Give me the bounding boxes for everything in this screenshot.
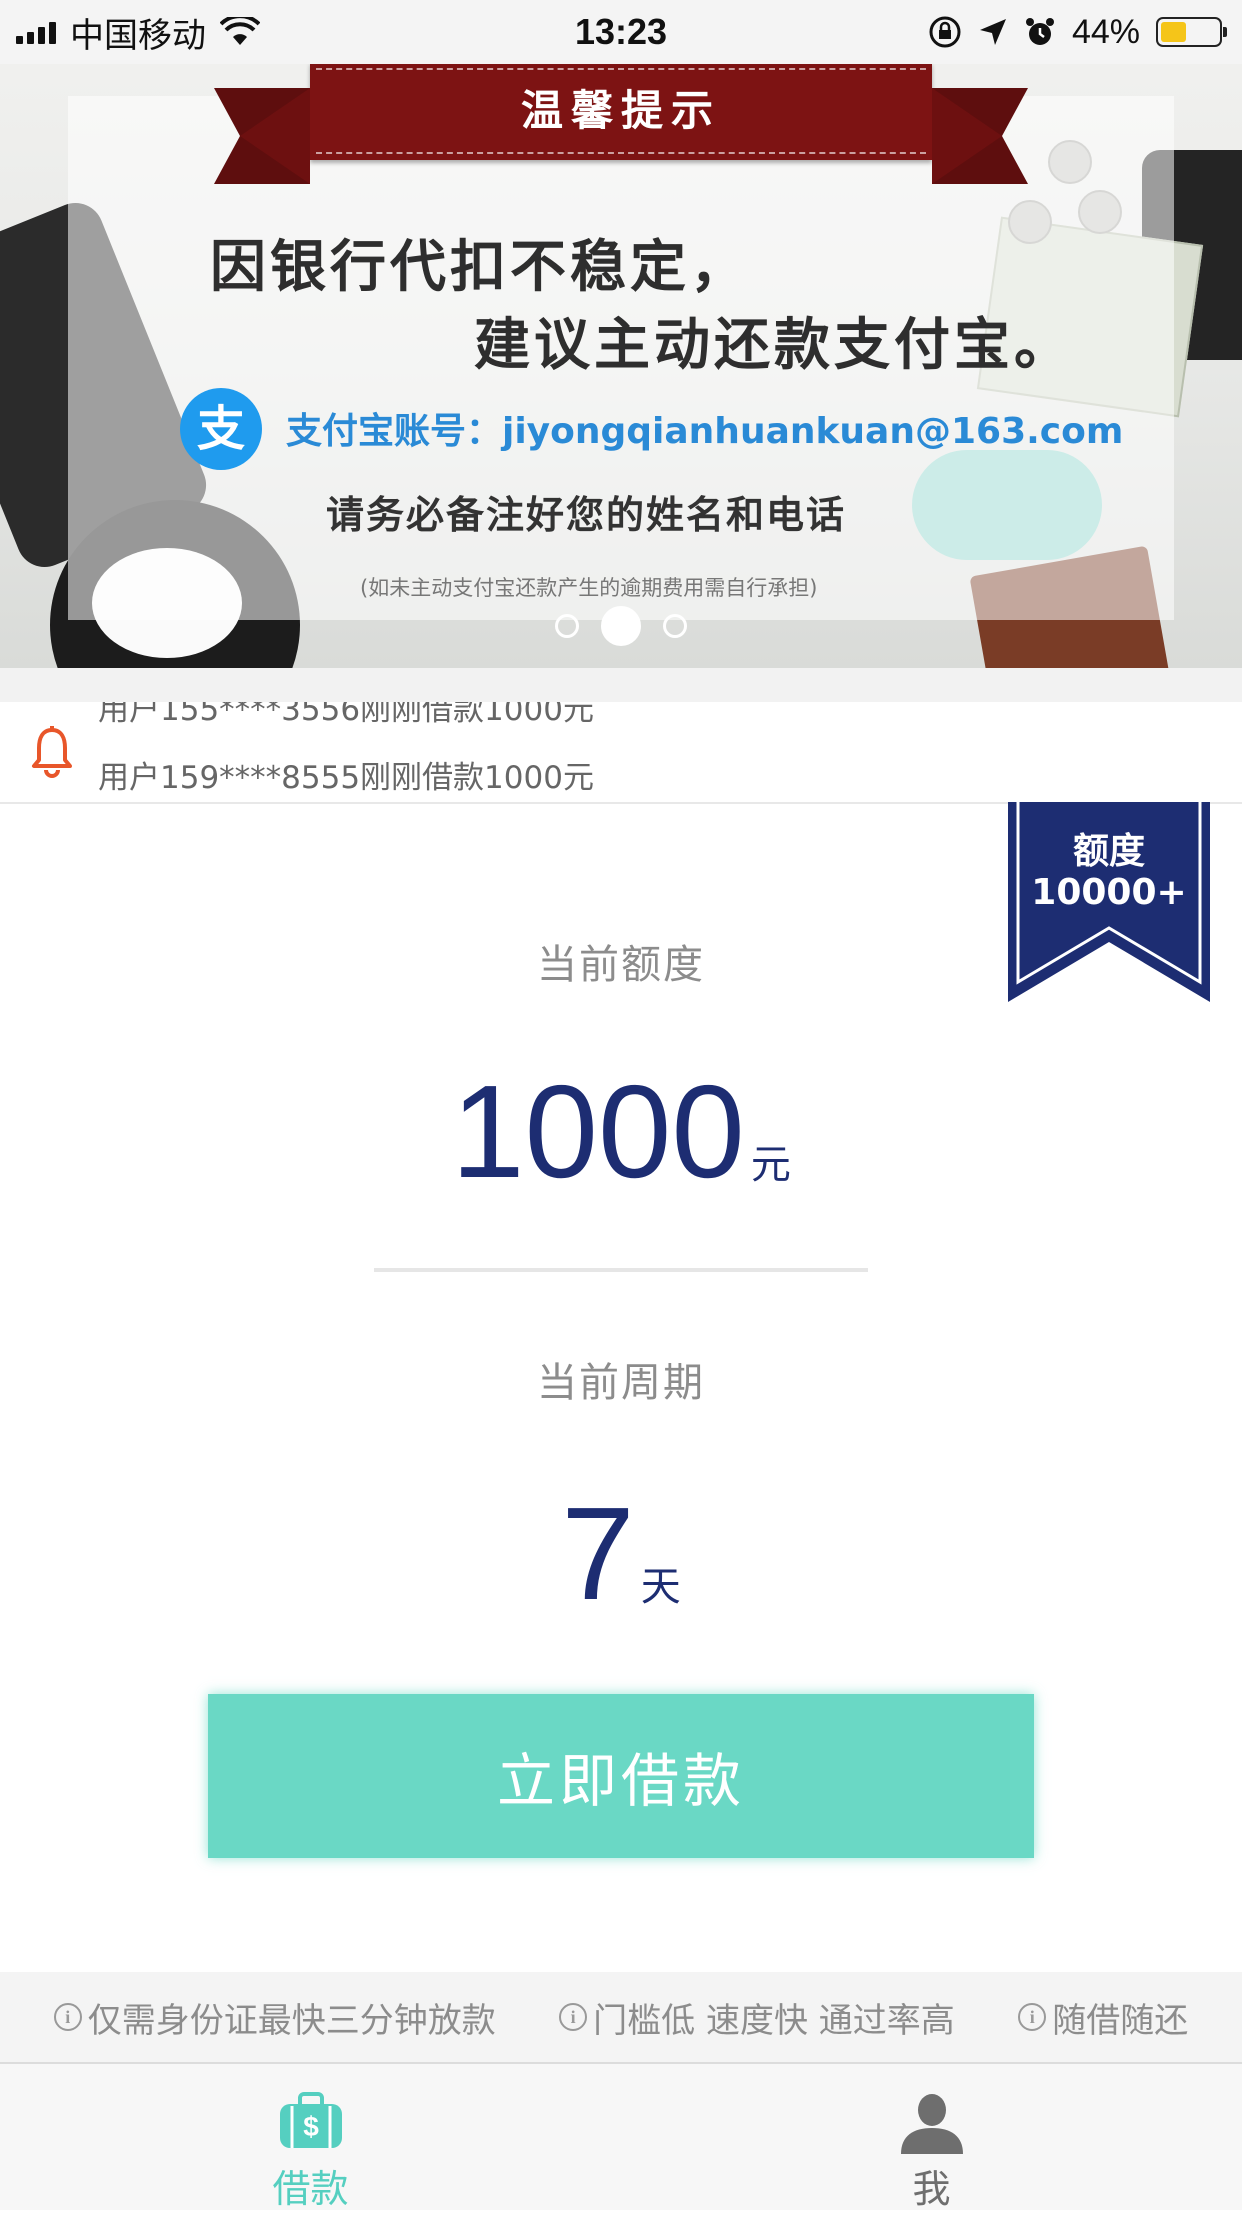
orientation-lock-icon [929,16,961,48]
bottom-tab-bar: $ 借款 我 [0,2062,1242,2211]
alarm-icon [1025,18,1054,45]
ticker-previous-line: 用户155****3556刚刚借款1000元 [98,702,594,728]
credit-label: 当前额度 [537,942,705,988]
carousel-dot-active[interactable] [601,606,641,646]
svg-text:$: $ [303,2111,319,2142]
section-divider [374,1268,868,1272]
alipay-account-text: 支付宝账号：jiyongqianhuankuan@163.com [286,411,1124,452]
credit-amount: 1000 元 [0,1066,1242,1198]
loan-ticker: 用户155****3556刚刚借款1000元 用户159****8555刚刚借款… [0,702,1242,804]
alipay-account-row: 支 支付宝账号：jiyongqianhuankuan@163.com [180,388,1123,470]
loan-bag-icon: $ [279,2092,342,2148]
feature-item: i 随借随还 [1018,1993,1188,2042]
info-icon: i [53,2003,82,2031]
location-icon [979,19,1006,45]
banner-headline-2: 建议主动还款支付宝。 [474,313,1074,378]
info-icon: i [559,2003,588,2031]
battery-icon [1156,17,1227,47]
battery-fill [1161,22,1186,42]
section-gap [0,668,1242,702]
period-unit: 天 [640,1564,681,1610]
credit-value: 1000 [451,1058,745,1205]
banner-headline-1: 因银行代扣不稳定， [210,235,750,300]
tab-loan[interactable]: $ 借款 [0,2064,621,2211]
status-bar: 中国移动 13:23 44% [0,0,1242,64]
feature-strip: i 仅需身份证最快三分钟放款 i 门槛低 速度快 通过率高 i 随借随还 [0,1972,1242,2062]
tab-loan-label: 借款 [272,2167,349,2211]
credit-unit: 元 [750,1142,791,1188]
period-value: 7 [561,1480,635,1627]
ticker-current-line: 用户159****8555刚刚借款1000元 [98,760,594,796]
alipay-icon: 支 [180,388,262,470]
badge-line-2: 10000+ [1031,872,1187,913]
period-label: 当前周期 [537,1360,705,1406]
borrow-now-button[interactable]: 立即借款 [208,1694,1034,1858]
feature-item: i 仅需身份证最快三分钟放款 [53,1993,496,2042]
banner-disclaimer: (如未主动支付宝还款产生的逾期费用需自行承担) [360,576,818,600]
banner-ribbon: 温馨提示 [214,62,1028,184]
carousel-dot[interactable] [663,614,687,638]
ribbon-title: 温馨提示 [520,86,721,135]
bell-icon [32,726,72,778]
feature-text: 门槛低 速度快 通过率高 [593,2000,955,2041]
badge-line-1: 额度 [1072,831,1145,872]
battery-percent: 44% [1071,12,1140,51]
tab-me[interactable]: 我 [621,2064,1242,2211]
promo-banner[interactable]: 温馨提示 因银行代扣不稳定， 建议主动还款支付宝。 支 支付宝账号：jiyong… [0,0,1242,668]
info-icon: i [1018,2003,1047,2031]
feature-text: 随借随还 [1052,2000,1189,2041]
feature-text: 仅需身份证最快三分钟放款 [87,2000,496,2041]
carousel-dot[interactable] [555,614,579,638]
carousel-dots [0,606,1242,646]
user-icon [900,2094,963,2154]
feature-item: i 门槛低 速度快 通过率高 [559,1993,955,2042]
banner-note: 请务必备注好您的姓名和电话 [326,493,847,537]
period-amount: 7 天 [0,1488,1242,1620]
tab-me-label: 我 [912,2167,951,2211]
